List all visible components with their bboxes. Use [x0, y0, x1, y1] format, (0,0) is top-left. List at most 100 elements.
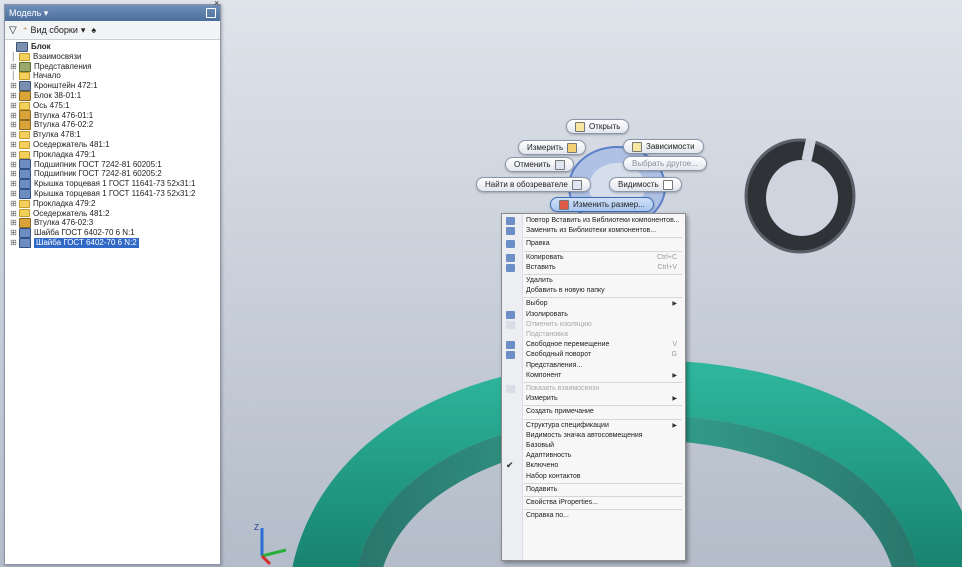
dependencies-icon [632, 141, 642, 152]
marking-dependencies-button[interactable]: Зависимости [623, 139, 704, 154]
menu-item[interactable]: Набор контактов [523, 472, 681, 482]
marking-find-in-browser-button[interactable]: Найти в обозревателе [476, 177, 591, 192]
submenu-arrow-icon: ▶ [672, 301, 677, 308]
view-selector[interactable]: ⁺ Вид сборки ▾ [23, 25, 86, 36]
menu-item[interactable]: Удалить [523, 276, 681, 286]
tree-node[interactable]: ⊞ Подшипник ГОСТ 7242-81 60205:1 [7, 159, 218, 170]
expand-icon[interactable]: ⊞ [10, 130, 17, 140]
marking-visibility-button[interactable]: Видимость [609, 177, 682, 192]
menu-item[interactable]: Свободный поворот G [506, 350, 681, 360]
tree-node[interactable]: ⊞ Крышка торцевая 1 ГОСТ 11641-73 52x31:2 [7, 188, 218, 199]
expand-icon[interactable]: ⊞ [10, 199, 17, 209]
menu-item[interactable]: Измерить ▶ [523, 394, 681, 404]
tree-node[interactable]: ⊞ Представления [7, 61, 218, 72]
tree-node[interactable]: ⊞ Шайба ГОСТ 6402-70 6 N:1 [7, 228, 218, 239]
folder-icon [19, 52, 30, 61]
tree-node[interactable]: ⊞ Оседержатель 481:2 [7, 209, 218, 219]
washer-model[interactable] [742, 138, 858, 254]
menu-item[interactable]: Видимость значка автосовмещения [523, 431, 681, 441]
expand-icon[interactable]: ⊞ [10, 228, 17, 238]
menu-item[interactable]: Заменить из Библиотеки компонентов... [506, 226, 681, 236]
menu-item-label: Базовый [526, 442, 555, 449]
expand-icon[interactable]: ⊞ [10, 91, 17, 101]
marking-select-other-button[interactable]: Выбрать другое... [623, 156, 707, 171]
menu-item[interactable]: Представления... [523, 361, 681, 371]
folder-icon [19, 199, 30, 208]
tree-node-label: Шайба ГОСТ 6402-70 6 N:1 [34, 228, 135, 238]
tree-node[interactable]: ⊞ Шайба ГОСТ 6402-70 6 N:2 [7, 237, 218, 248]
tree-node[interactable]: │ Начало [7, 71, 218, 81]
find-icon [571, 179, 582, 190]
marking-measure-button[interactable]: Измерить [518, 140, 587, 155]
tree-node-label: Начало [33, 71, 61, 81]
tree-node-label: Оседержатель 481:1 [33, 139, 110, 149]
expand-icon[interactable]: ⊞ [10, 81, 17, 91]
tree-node[interactable]: ⊞ Втулка 476-02:3 [7, 218, 218, 229]
expand-icon[interactable]: ⊞ [10, 209, 17, 219]
expand-icon[interactable]: │ [10, 71, 17, 81]
expand-icon[interactable]: ⊞ [10, 169, 17, 179]
menu-item[interactable]: Адаптивность [523, 451, 681, 461]
menu-item[interactable]: Структура спецификации ▶ [523, 421, 681, 431]
close-icon[interactable]: × [214, 0, 219, 8]
menu-item[interactable]: ✔ Включено [506, 460, 681, 471]
menu-item[interactable]: Создать примечание [523, 407, 681, 417]
expand-icon[interactable]: ⊞ [10, 111, 17, 121]
expand-icon[interactable]: ⊞ [10, 150, 17, 160]
expand-icon[interactable]: ⊞ [10, 140, 17, 150]
expand-icon[interactable]: ⊞ [10, 101, 17, 111]
menu-item-shortcut: Ctrl+V [657, 263, 677, 271]
menu-item[interactable]: Вставить Ctrl+V [506, 263, 681, 273]
menu-item[interactable]: Изолировать [506, 310, 681, 320]
submenu-arrow-icon: ▶ [672, 396, 677, 403]
expand-icon[interactable]: ⊞ [10, 189, 17, 199]
binoculars-icon[interactable]: ♠ [91, 25, 96, 35]
menu-item-label: Повтор Вставить из Библиотеки компоненто… [526, 217, 680, 224]
browser-toolbar: ▽ ⁺ Вид сборки ▾ ♠ [5, 21, 220, 40]
expand-icon[interactable]: ⊞ [10, 218, 17, 228]
expand-icon[interactable]: ⊞ [10, 160, 17, 170]
folder-icon [19, 101, 30, 110]
tree-node[interactable]: ⊞ Ось 475:1 [7, 101, 218, 111]
menu-item[interactable]: Компонент ▶ [523, 371, 681, 381]
rep-icon [19, 61, 31, 72]
tree-node[interactable]: ⊞ Втулка 476-02:2 [7, 120, 218, 131]
tree-node-label: Подшипник ГОСТ 7242-81 60205:1 [34, 159, 162, 169]
pin-icon[interactable] [206, 8, 216, 18]
marking-cancel-button[interactable]: Отменить [505, 157, 574, 172]
expand-icon[interactable]: ⊞ [10, 179, 17, 189]
menu-item[interactable]: Копировать Ctrl+C [506, 253, 681, 263]
tree-node[interactable]: ⊞ Крышка торцевая 1 ГОСТ 11641-73 52x31:1 [7, 179, 218, 190]
filter-icon[interactable]: ▽ [9, 25, 17, 36]
menu-item: Показать взаимосвязи [506, 384, 681, 394]
menu-item[interactable]: Свободное перемещение V [506, 340, 681, 350]
tree-node[interactable]: ⊞ Кронштейн 472:1 [7, 81, 218, 92]
menu-item[interactable]: Добавить в новую папку [523, 286, 681, 296]
marking-open-button[interactable]: Открыть [566, 119, 630, 134]
tree-node[interactable]: ⊞ Прокладка 479:1 [7, 150, 218, 160]
tree-node[interactable]: ⊞ Втулка 478:1 [7, 130, 218, 140]
menu-item[interactable]: Базовый [523, 441, 681, 451]
menu-item[interactable]: Выбор ▶ [523, 299, 681, 309]
browser-titlebar[interactable]: Модель ▾ [5, 5, 220, 21]
expand-icon[interactable]: ⊞ [10, 62, 17, 72]
menu-item[interactable]: Подавить [523, 485, 681, 495]
menu-item[interactable]: Свойства iProperties... [523, 498, 681, 508]
tree-node[interactable]: ⊞ Втулка 476-01:1 [7, 110, 218, 121]
expand-icon[interactable]: ⊞ [10, 238, 17, 248]
menu-item: Отменить изоляцию [506, 320, 681, 330]
tree-node[interactable]: Блок [7, 41, 218, 52]
marking-change-size-button[interactable]: Изменить размер... [550, 197, 654, 212]
tree-node[interactable]: │ Взаимосвязи [7, 52, 218, 62]
menu-item[interactable]: Правка [506, 239, 681, 249]
menu-item[interactable]: Повтор Вставить из Библиотеки компоненто… [506, 216, 681, 226]
expand-icon[interactable]: │ [10, 52, 17, 62]
tree-node[interactable]: ⊞ Подшипник ГОСТ 7242-81 60205:2 [7, 169, 218, 180]
menu-item[interactable]: Справка по... [523, 511, 681, 521]
tree-node[interactable]: ⊞ Прокладка 479:2 [7, 199, 218, 209]
expand-icon[interactable]: ⊞ [10, 120, 17, 130]
asm-icon [19, 81, 31, 92]
browser-title[interactable]: Модель ▾ [9, 8, 48, 19]
tree-node[interactable]: ⊞ Блок 38-01:1 [7, 90, 218, 101]
tree-node[interactable]: ⊞ Оседержатель 481:1 [7, 140, 218, 150]
